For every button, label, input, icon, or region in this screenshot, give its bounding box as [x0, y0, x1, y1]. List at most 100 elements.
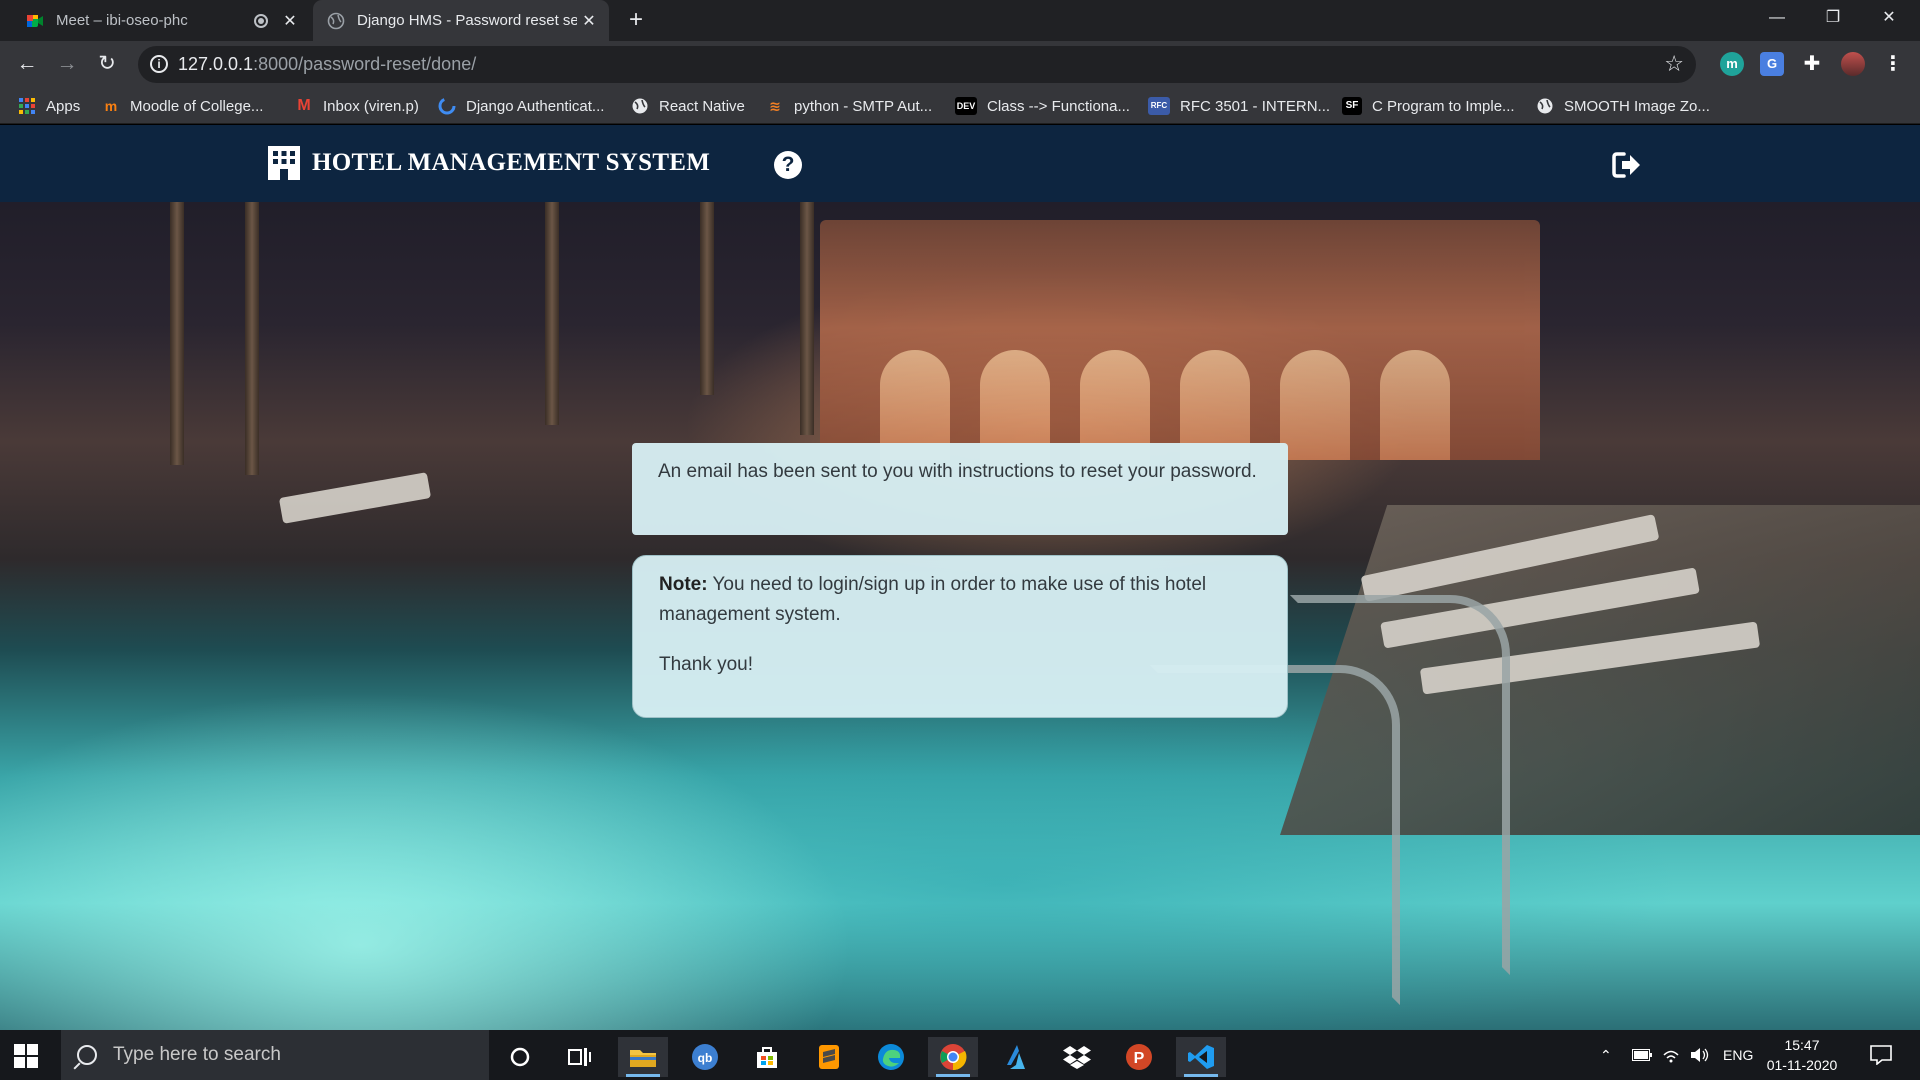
- bookmark-label: Django Authenticat...: [466, 97, 605, 115]
- dev-icon: DEV: [955, 97, 977, 115]
- sf-icon: SF: [1342, 97, 1362, 115]
- search-placeholder: Type here to search: [113, 1044, 281, 1065]
- vscode-icon[interactable]: [1176, 1037, 1226, 1077]
- windows-taskbar: Type here to search qb P ⌃ ENG 15:47 01-…: [0, 1030, 1920, 1080]
- apps-grid-icon: [18, 97, 36, 115]
- bookmark-label: Inbox (viren.p): [323, 97, 419, 115]
- svg-text:P: P: [1134, 1050, 1145, 1067]
- notifications-icon[interactable]: [1870, 1030, 1892, 1080]
- page-viewport: HOTEL MANAGEMENT SYSTEM ? An email has b…: [0, 125, 1920, 1030]
- cortana-icon[interactable]: [495, 1037, 545, 1077]
- powerpoint-icon[interactable]: P: [1114, 1037, 1164, 1077]
- taskbar-search-box[interactable]: Type here to search: [61, 1030, 489, 1080]
- bookmark-moodle[interactable]: m Moodle of College...: [102, 95, 264, 117]
- note-label: Note:: [659, 574, 708, 595]
- bookmark-label: Moodle of College...: [130, 97, 264, 115]
- reset-sent-alert: An email has been sent to you with instr…: [632, 443, 1288, 535]
- search-icon: [77, 1045, 97, 1065]
- clock-time: 15:47: [1784, 1037, 1820, 1053]
- dropbox-icon[interactable]: [1052, 1037, 1102, 1077]
- tab-title: Meet – ibi-oseo-phc: [56, 12, 188, 29]
- bookmark-label: React Native: [659, 97, 745, 115]
- svg-text:qb: qb: [698, 1051, 713, 1065]
- close-tab-icon[interactable]: ✕: [278, 11, 302, 31]
- bookmark-label: RFC 3501 - INTERN...: [1180, 97, 1331, 115]
- bookmark-c-program[interactable]: SF C Program to Imple...: [1342, 95, 1515, 117]
- tab-title: Django HMS - Password reset se: [357, 12, 577, 29]
- site-info-icon[interactable]: i: [150, 55, 168, 73]
- url-text[interactable]: 127.0.0.1:8000/password-reset/done/: [178, 54, 476, 75]
- brand-link[interactable]: HOTEL MANAGEMENT SYSTEM: [266, 145, 710, 181]
- address-bar[interactable]: i 127.0.0.1:8000/password-reset/done/ ☆: [138, 46, 1696, 83]
- restore-button[interactable]: ❐: [1810, 0, 1856, 36]
- reset-sent-message: An email has been sent to you with instr…: [658, 461, 1257, 482]
- edge-icon[interactable]: [866, 1037, 916, 1077]
- bookmark-class-functional[interactable]: DEV Class --> Functiona...: [955, 95, 1130, 117]
- new-tab-button[interactable]: +: [622, 6, 650, 34]
- note-paragraph: Note: You need to login/sign up in order…: [659, 570, 1261, 630]
- qbittorrent-icon[interactable]: qb: [680, 1037, 730, 1077]
- browser-tab-strip: Meet – ibi-oseo-phc ✕ Django HMS - Passw…: [0, 0, 1920, 41]
- taskbar-clock[interactable]: 15:47 01-11-2020: [1762, 1035, 1842, 1075]
- store-icon[interactable]: [742, 1037, 792, 1077]
- rfc-icon: RFC: [1148, 97, 1170, 115]
- globe-icon: [1536, 97, 1554, 115]
- tab-meet[interactable]: Meet – ibi-oseo-phc ✕: [12, 0, 310, 41]
- bookmark-label: Apps: [46, 97, 81, 115]
- brand-name: HOTEL MANAGEMENT SYSTEM: [312, 149, 711, 176]
- language-indicator[interactable]: ENG: [1723, 1030, 1753, 1080]
- menu-kebab-icon[interactable]: ⋮: [1881, 52, 1905, 76]
- loader-icon: [438, 97, 456, 115]
- browser-toolbar: ← → ↻ i 127.0.0.1:8000/password-reset/do…: [0, 41, 1920, 88]
- close-window-button[interactable]: ✕: [1866, 0, 1912, 36]
- gmail-icon: M: [297, 97, 311, 114]
- azure-icon[interactable]: [990, 1037, 1040, 1077]
- note-text: You need to login/sign up in order to ma…: [659, 574, 1207, 625]
- tab-django-hms[interactable]: Django HMS - Password reset se ✕: [313, 0, 609, 41]
- extensions-puzzle-icon[interactable]: ✚: [1800, 52, 1824, 76]
- volume-icon[interactable]: [1690, 1030, 1710, 1080]
- bookmark-inbox[interactable]: M Inbox (viren.p): [295, 95, 419, 117]
- bookmark-label: C Program to Imple...: [1372, 97, 1515, 115]
- bookmark-label: python - SMTP Aut...: [794, 97, 933, 115]
- globe-icon: [631, 97, 649, 115]
- extension-m-icon[interactable]: m: [1720, 52, 1744, 76]
- stackoverflow-icon: ≋: [769, 98, 781, 114]
- bookmark-python-smtp[interactable]: ≋ python - SMTP Aut...: [766, 95, 932, 117]
- sublime-icon[interactable]: [804, 1037, 854, 1077]
- building-shape: [820, 220, 1540, 460]
- bookmark-smooth-image[interactable]: SMOOTH Image Zo...: [1536, 95, 1710, 117]
- bookmarks-bar: Apps m Moodle of College... M Inbox (vir…: [0, 88, 1920, 124]
- google-translate-icon[interactable]: G: [1760, 52, 1784, 76]
- minimize-button[interactable]: —: [1754, 0, 1800, 36]
- task-view-icon[interactable]: [555, 1037, 605, 1077]
- wifi-icon[interactable]: [1662, 1030, 1680, 1080]
- reload-icon[interactable]: ↻: [93, 50, 121, 78]
- bookmark-label: Class --> Functiona...: [987, 97, 1130, 115]
- thank-you-text: Thank you!: [659, 654, 753, 675]
- bookmark-rfc-3501[interactable]: RFC RFC 3501 - INTERN...: [1148, 95, 1330, 117]
- question-circle-icon[interactable]: ?: [774, 151, 802, 179]
- google-meet-icon: [26, 12, 44, 30]
- forward-arrow-icon[interactable]: →: [53, 50, 81, 78]
- sign-out-icon[interactable]: [1612, 151, 1642, 179]
- bookmark-django-auth[interactable]: Django Authenticat...: [438, 95, 604, 117]
- clock-date: 01-11-2020: [1766, 1057, 1838, 1073]
- close-tab-icon[interactable]: ✕: [577, 11, 601, 31]
- back-arrow-icon[interactable]: ←: [13, 50, 41, 78]
- bookmark-label: SMOOTH Image Zo...: [1564, 97, 1710, 115]
- windows-start-icon[interactable]: [14, 1044, 38, 1068]
- app-navbar: HOTEL MANAGEMENT SYSTEM ?: [0, 125, 1920, 202]
- profile-avatar[interactable]: [1841, 52, 1865, 76]
- bookmark-react-native[interactable]: React Native: [631, 95, 745, 117]
- hotel-building-icon: [266, 146, 302, 180]
- bookmark-star-icon[interactable]: ☆: [1664, 51, 1684, 77]
- note-card: Note: You need to login/sign up in order…: [632, 555, 1288, 718]
- show-hidden-icons-chevron-icon[interactable]: ⌃: [1600, 1030, 1612, 1080]
- bookmark-apps[interactable]: Apps: [18, 95, 80, 117]
- battery-icon[interactable]: [1632, 1030, 1652, 1080]
- file-explorer-icon[interactable]: [618, 1037, 668, 1077]
- chrome-icon[interactable]: [928, 1037, 978, 1077]
- globe-icon: [327, 12, 345, 30]
- moodle-icon: m: [104, 98, 118, 114]
